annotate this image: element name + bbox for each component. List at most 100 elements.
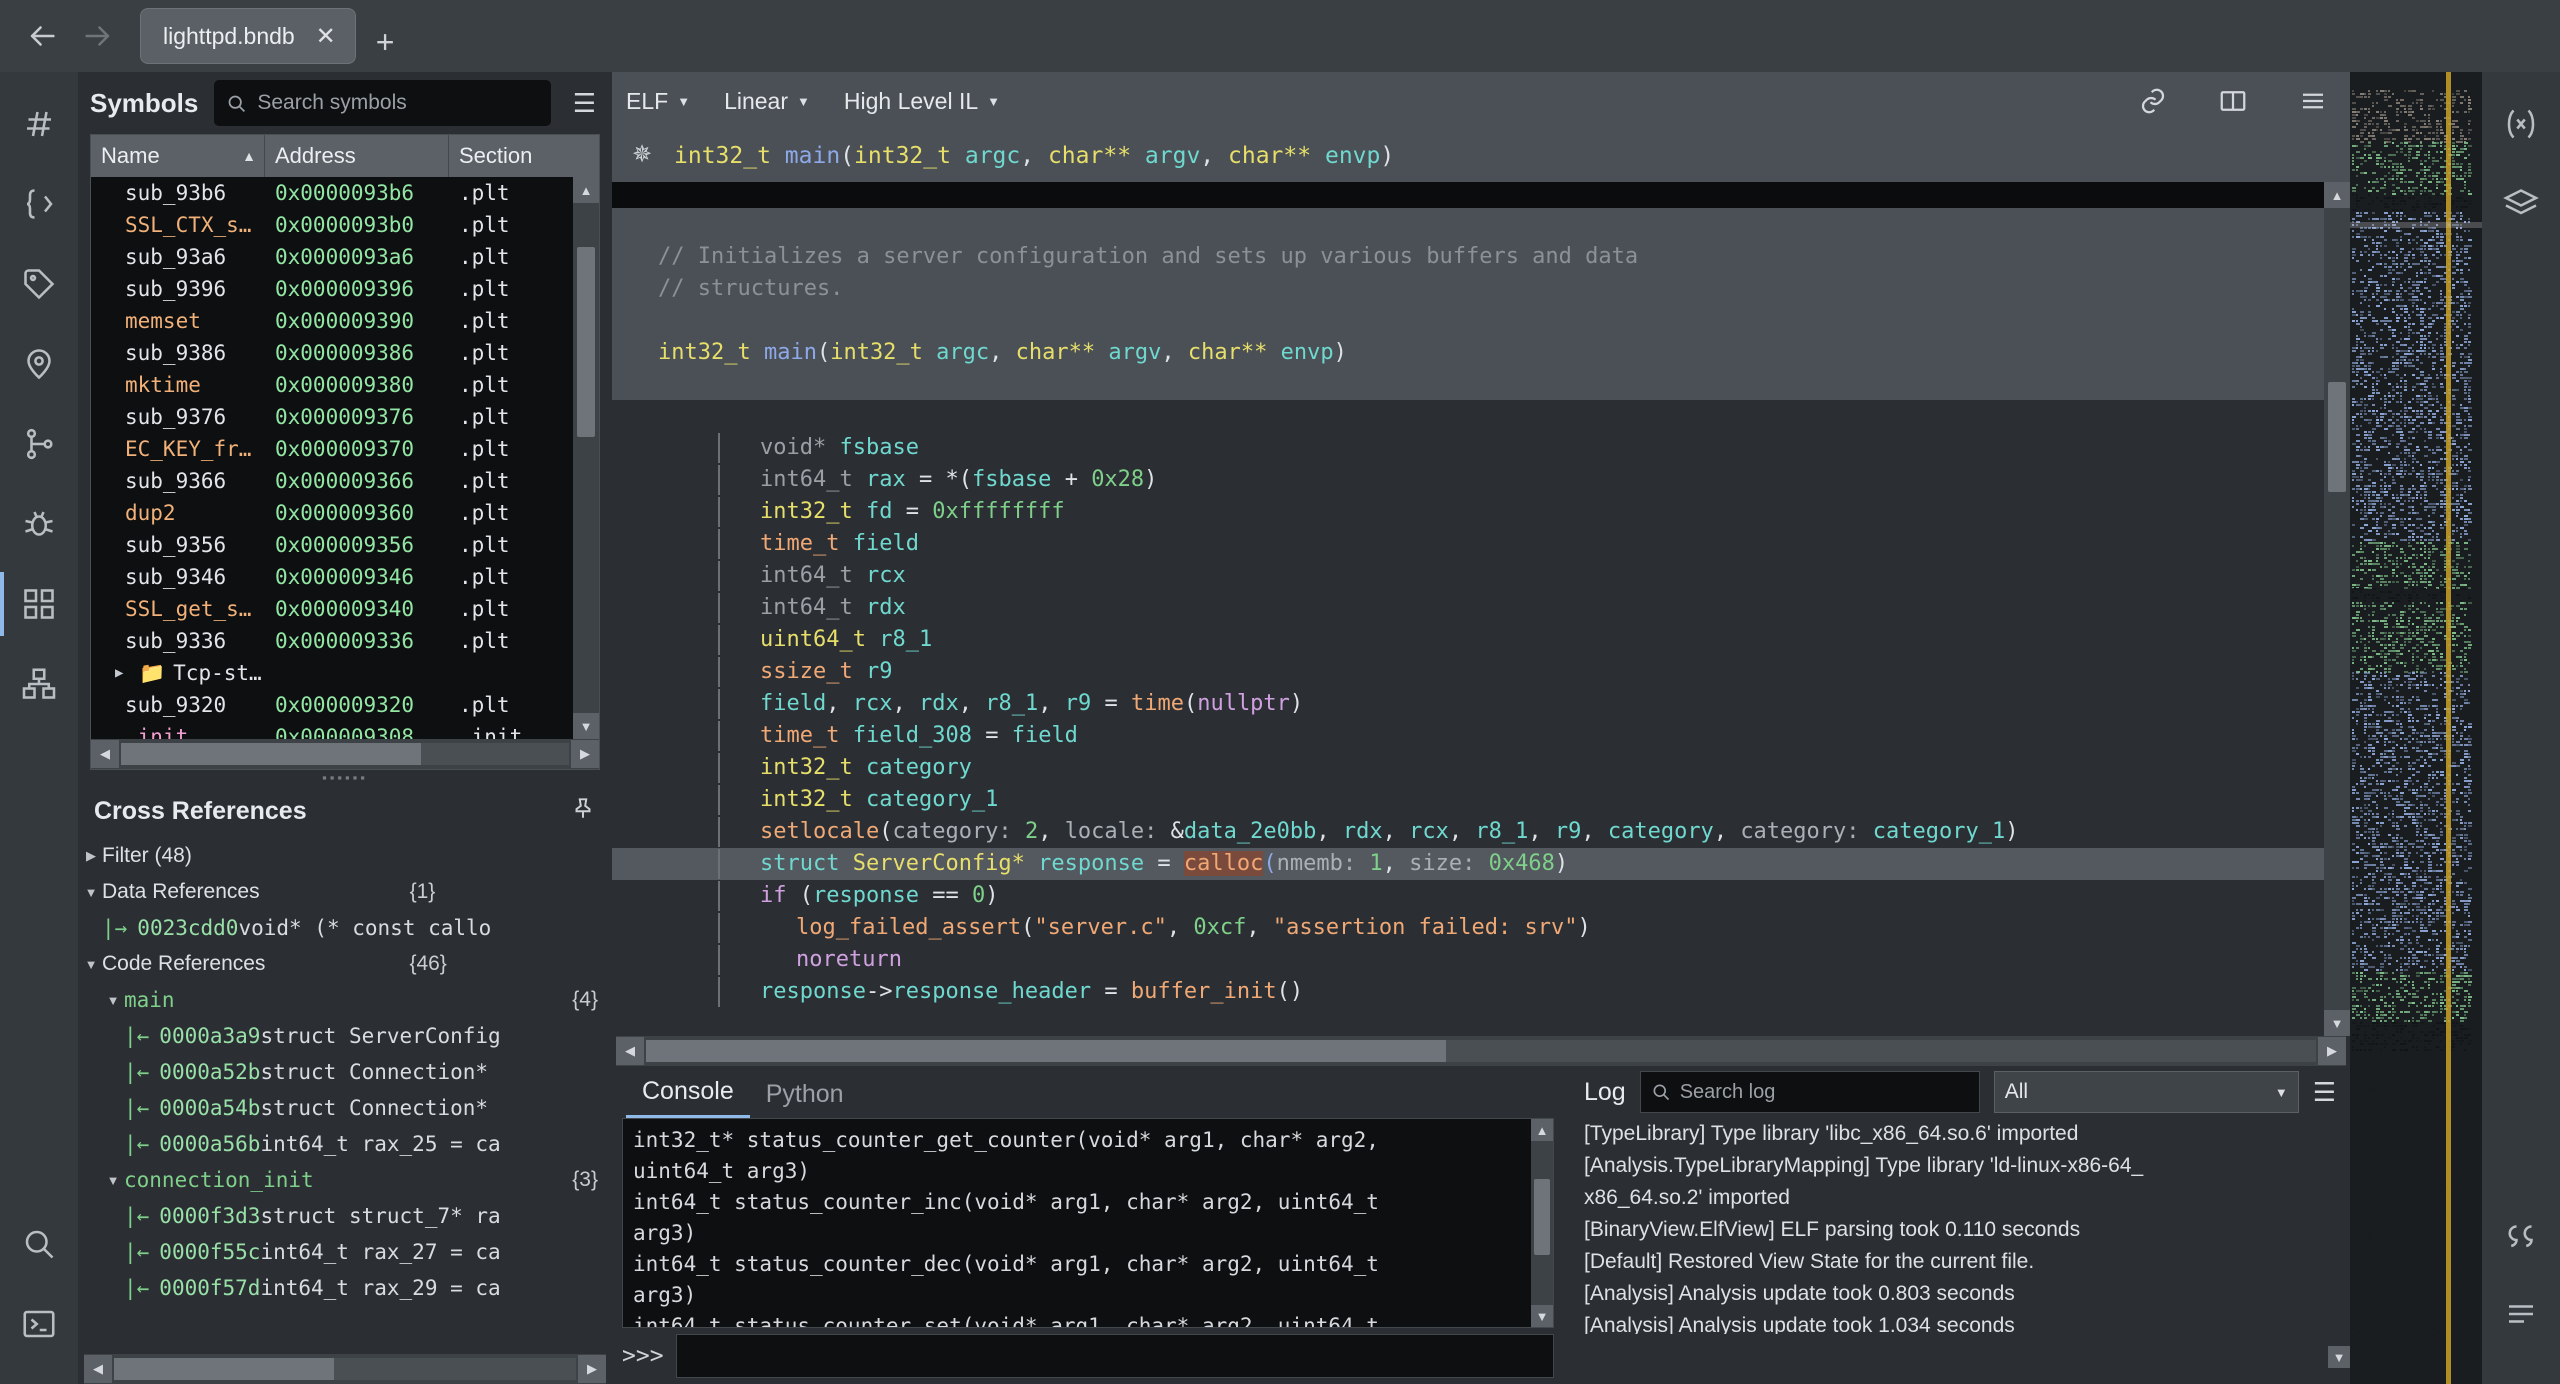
table-row[interactable]: sub_9386 0x000009386 .plt (91, 337, 599, 369)
column-header-address[interactable]: Address (265, 135, 449, 177)
table-row[interactable]: sub_93b6 0x0000093b6 .plt (91, 177, 599, 209)
table-row[interactable]: sub_9320 0x000009320 .plt (91, 689, 599, 721)
tab-console[interactable]: Console (626, 1077, 750, 1118)
code-line[interactable]: int64_t rdx (612, 592, 2350, 624)
code-line[interactable]: time_t field (612, 528, 2350, 560)
back-button[interactable] (14, 8, 70, 64)
xref-code-row[interactable]: |← 0000f3d3 struct struct_7* ra (80, 1198, 612, 1234)
chevron-right-icon[interactable]: ▶ (80, 848, 102, 864)
table-row[interactable]: ▶ 📁 Tcp-st… (91, 657, 599, 689)
search-log-input[interactable]: Search log (1640, 1071, 1980, 1113)
code-line[interactable]: int64_t rax = *(fsbase + 0x28) (612, 464, 2350, 496)
components-icon[interactable] (0, 564, 78, 644)
code-blank[interactable] (612, 368, 2350, 400)
link-icon[interactable] (2130, 86, 2176, 116)
search-icon[interactable] (0, 1204, 78, 1284)
xref-code-row[interactable]: |← 0000a54b struct Connection* (80, 1090, 612, 1126)
symbols-horizontal-scrollbar[interactable]: ◀ ▶ (91, 739, 599, 769)
terminal-icon[interactable] (0, 1284, 78, 1364)
log-output[interactable]: [TypeLibrary] Type library 'libc_x86_64.… (1564, 1118, 2346, 1334)
bug-icon[interactable] (0, 484, 78, 564)
table-row[interactable]: sub_9376 0x000009376 .plt (91, 401, 599, 433)
table-row[interactable]: dup2 0x000009360 .plt (91, 497, 599, 529)
chevron-down-icon[interactable]: ▼ (80, 885, 102, 900)
table-row[interactable]: mktime 0x000009380 .plt (91, 369, 599, 401)
xref-code-row[interactable]: |← 0000a56b int64_t rax_25 = ca (80, 1126, 612, 1162)
log-level-select[interactable]: All ▼ (1994, 1071, 2299, 1113)
xref-code-row[interactable]: |← 0000f57d int64_t rax_29 = ca (80, 1270, 612, 1306)
xref-code-row[interactable]: |← 0000f55c int64_t rax_27 = ca (80, 1234, 612, 1270)
quotes-icon[interactable] (2482, 1194, 2560, 1274)
console-vertical-scrollbar[interactable]: ▲ ▼ (1531, 1119, 1553, 1327)
scroll-left-icon[interactable]: ◀ (91, 740, 119, 768)
tag-icon[interactable] (0, 244, 78, 324)
xref-function-group[interactable]: ▼ connection_init {3} (80, 1162, 612, 1198)
table-row[interactable]: sub_9356 0x000009356 .plt (91, 529, 599, 561)
table-row[interactable]: memset 0x000009390 .plt (91, 305, 599, 337)
xref-code-row[interactable]: |← 0000a3a9 struct ServerConfig (80, 1018, 612, 1054)
column-header-name[interactable]: Name ▲ (91, 135, 265, 177)
console-input[interactable] (676, 1334, 1554, 1378)
chevron-down-icon[interactable]: ▼ (102, 993, 124, 1008)
code-comment-line[interactable]: // Initializes a server configuration an… (612, 240, 2350, 272)
variables-icon[interactable] (2482, 84, 2560, 164)
table-row[interactable]: EC_KEY_fr… 0x000009370 .plt (91, 433, 599, 465)
panel-resize-handle[interactable]: ▪▪▪▪▪▪ (78, 770, 612, 784)
branch-icon[interactable] (0, 404, 78, 484)
code-line[interactable]: if (response == 0) (612, 880, 2350, 912)
close-icon[interactable]: ✕ (313, 22, 339, 51)
code-signature-line[interactable]: int32_t main(int32_t argc, char** argv, … (612, 336, 2350, 368)
table-row[interactable]: _init 0x000009308 .init (91, 721, 599, 739)
scroll-right-icon[interactable]: ▶ (578, 1355, 606, 1383)
hamburger-icon[interactable]: ☰ (567, 90, 602, 116)
code-line[interactable]: noreturn (612, 944, 2350, 976)
column-header-section[interactable]: Section (449, 135, 579, 177)
xref-filter-row[interactable]: ▶ Filter (48) (80, 838, 612, 874)
chevron-down-icon[interactable]: ▼ (102, 1173, 124, 1188)
scroll-left-icon[interactable]: ◀ (616, 1037, 644, 1065)
split-pane-icon[interactable] (2210, 86, 2256, 116)
scroll-right-icon[interactable]: ▶ (2318, 1037, 2346, 1065)
chevron-right-icon[interactable]: ▶ (115, 665, 131, 681)
hamburger-icon[interactable]: ☰ (2313, 1079, 2336, 1105)
pin-icon[interactable] (570, 795, 596, 828)
chevron-down-icon[interactable]: ▼ (80, 957, 102, 972)
pin-location-icon[interactable] (0, 324, 78, 404)
xref-horizontal-scrollbar[interactable]: ◀ ▶ (84, 1354, 606, 1384)
table-row[interactable]: sub_9396 0x000009396 .plt (91, 273, 599, 305)
scroll-left-icon[interactable]: ◀ (84, 1355, 112, 1383)
code-blank[interactable] (612, 208, 2350, 240)
forward-button[interactable] (70, 8, 126, 64)
code-line[interactable]: ssize_t r9 (612, 656, 2350, 688)
table-row[interactable]: SSL_CTX_s… 0x0000093b0 .plt (91, 209, 599, 241)
code-blank[interactable] (612, 304, 2350, 336)
braces-icon[interactable] (0, 164, 78, 244)
list-icon[interactable] (2482, 1274, 2560, 1354)
layers-icon[interactable] (2482, 164, 2560, 244)
code-line[interactable]: int32_t fd = 0xffffffff (612, 496, 2350, 528)
scroll-up-icon[interactable]: ▲ (2324, 182, 2350, 208)
code-blank[interactable] (612, 400, 2350, 432)
scroll-right-icon[interactable]: ▶ (571, 740, 599, 768)
code-line[interactable]: void* fsbase (612, 432, 2350, 464)
binary-minimap[interactable] (2350, 72, 2482, 1384)
tab-python[interactable]: Python (750, 1080, 860, 1118)
scroll-down-icon[interactable]: ▼ (1531, 1305, 1553, 1327)
cross-references-tree[interactable]: ▶ Filter (48) ▼ Data References {1} |→ 0023cdd… (78, 838, 612, 1354)
xref-group-data-references[interactable]: ▼ Data References {1} (80, 874, 612, 910)
code-scroll-region[interactable]: // Initializes a server configuration an… (612, 182, 2350, 1036)
console-output[interactable]: int32_t* status_counter_get_counter(void… (622, 1118, 1554, 1328)
code-line[interactable]: field, rcx, rdx, r8_1, r9 = time(nullptr… (612, 688, 2350, 720)
code-line[interactable]: int64_t rcx (612, 560, 2350, 592)
table-row[interactable]: SSL_get_s… 0x000009340 .plt (91, 593, 599, 625)
symbols-vertical-scrollbar[interactable]: ▲ ▼ (573, 177, 599, 739)
table-row[interactable]: sub_9366 0x000009366 .plt (91, 465, 599, 497)
code-vertical-scrollbar[interactable]: ▲ ▼ (2324, 182, 2350, 1036)
xref-function-group[interactable]: ▼ main {4} (80, 982, 612, 1018)
symbols-table-body[interactable]: sub_93b6 0x0000093b6 .plt SSL_CTX_s… 0x00000… (91, 177, 599, 739)
tab-lighttpd-bndb[interactable]: lighttpd.bndb ✕ (140, 8, 356, 64)
code-line[interactable]: setlocale(category: 2, locale: &data_2e0… (612, 816, 2350, 848)
hash-icon[interactable] (0, 84, 78, 164)
scroll-up-icon[interactable]: ▲ (573, 177, 599, 203)
new-tab-button[interactable]: + (356, 26, 415, 58)
